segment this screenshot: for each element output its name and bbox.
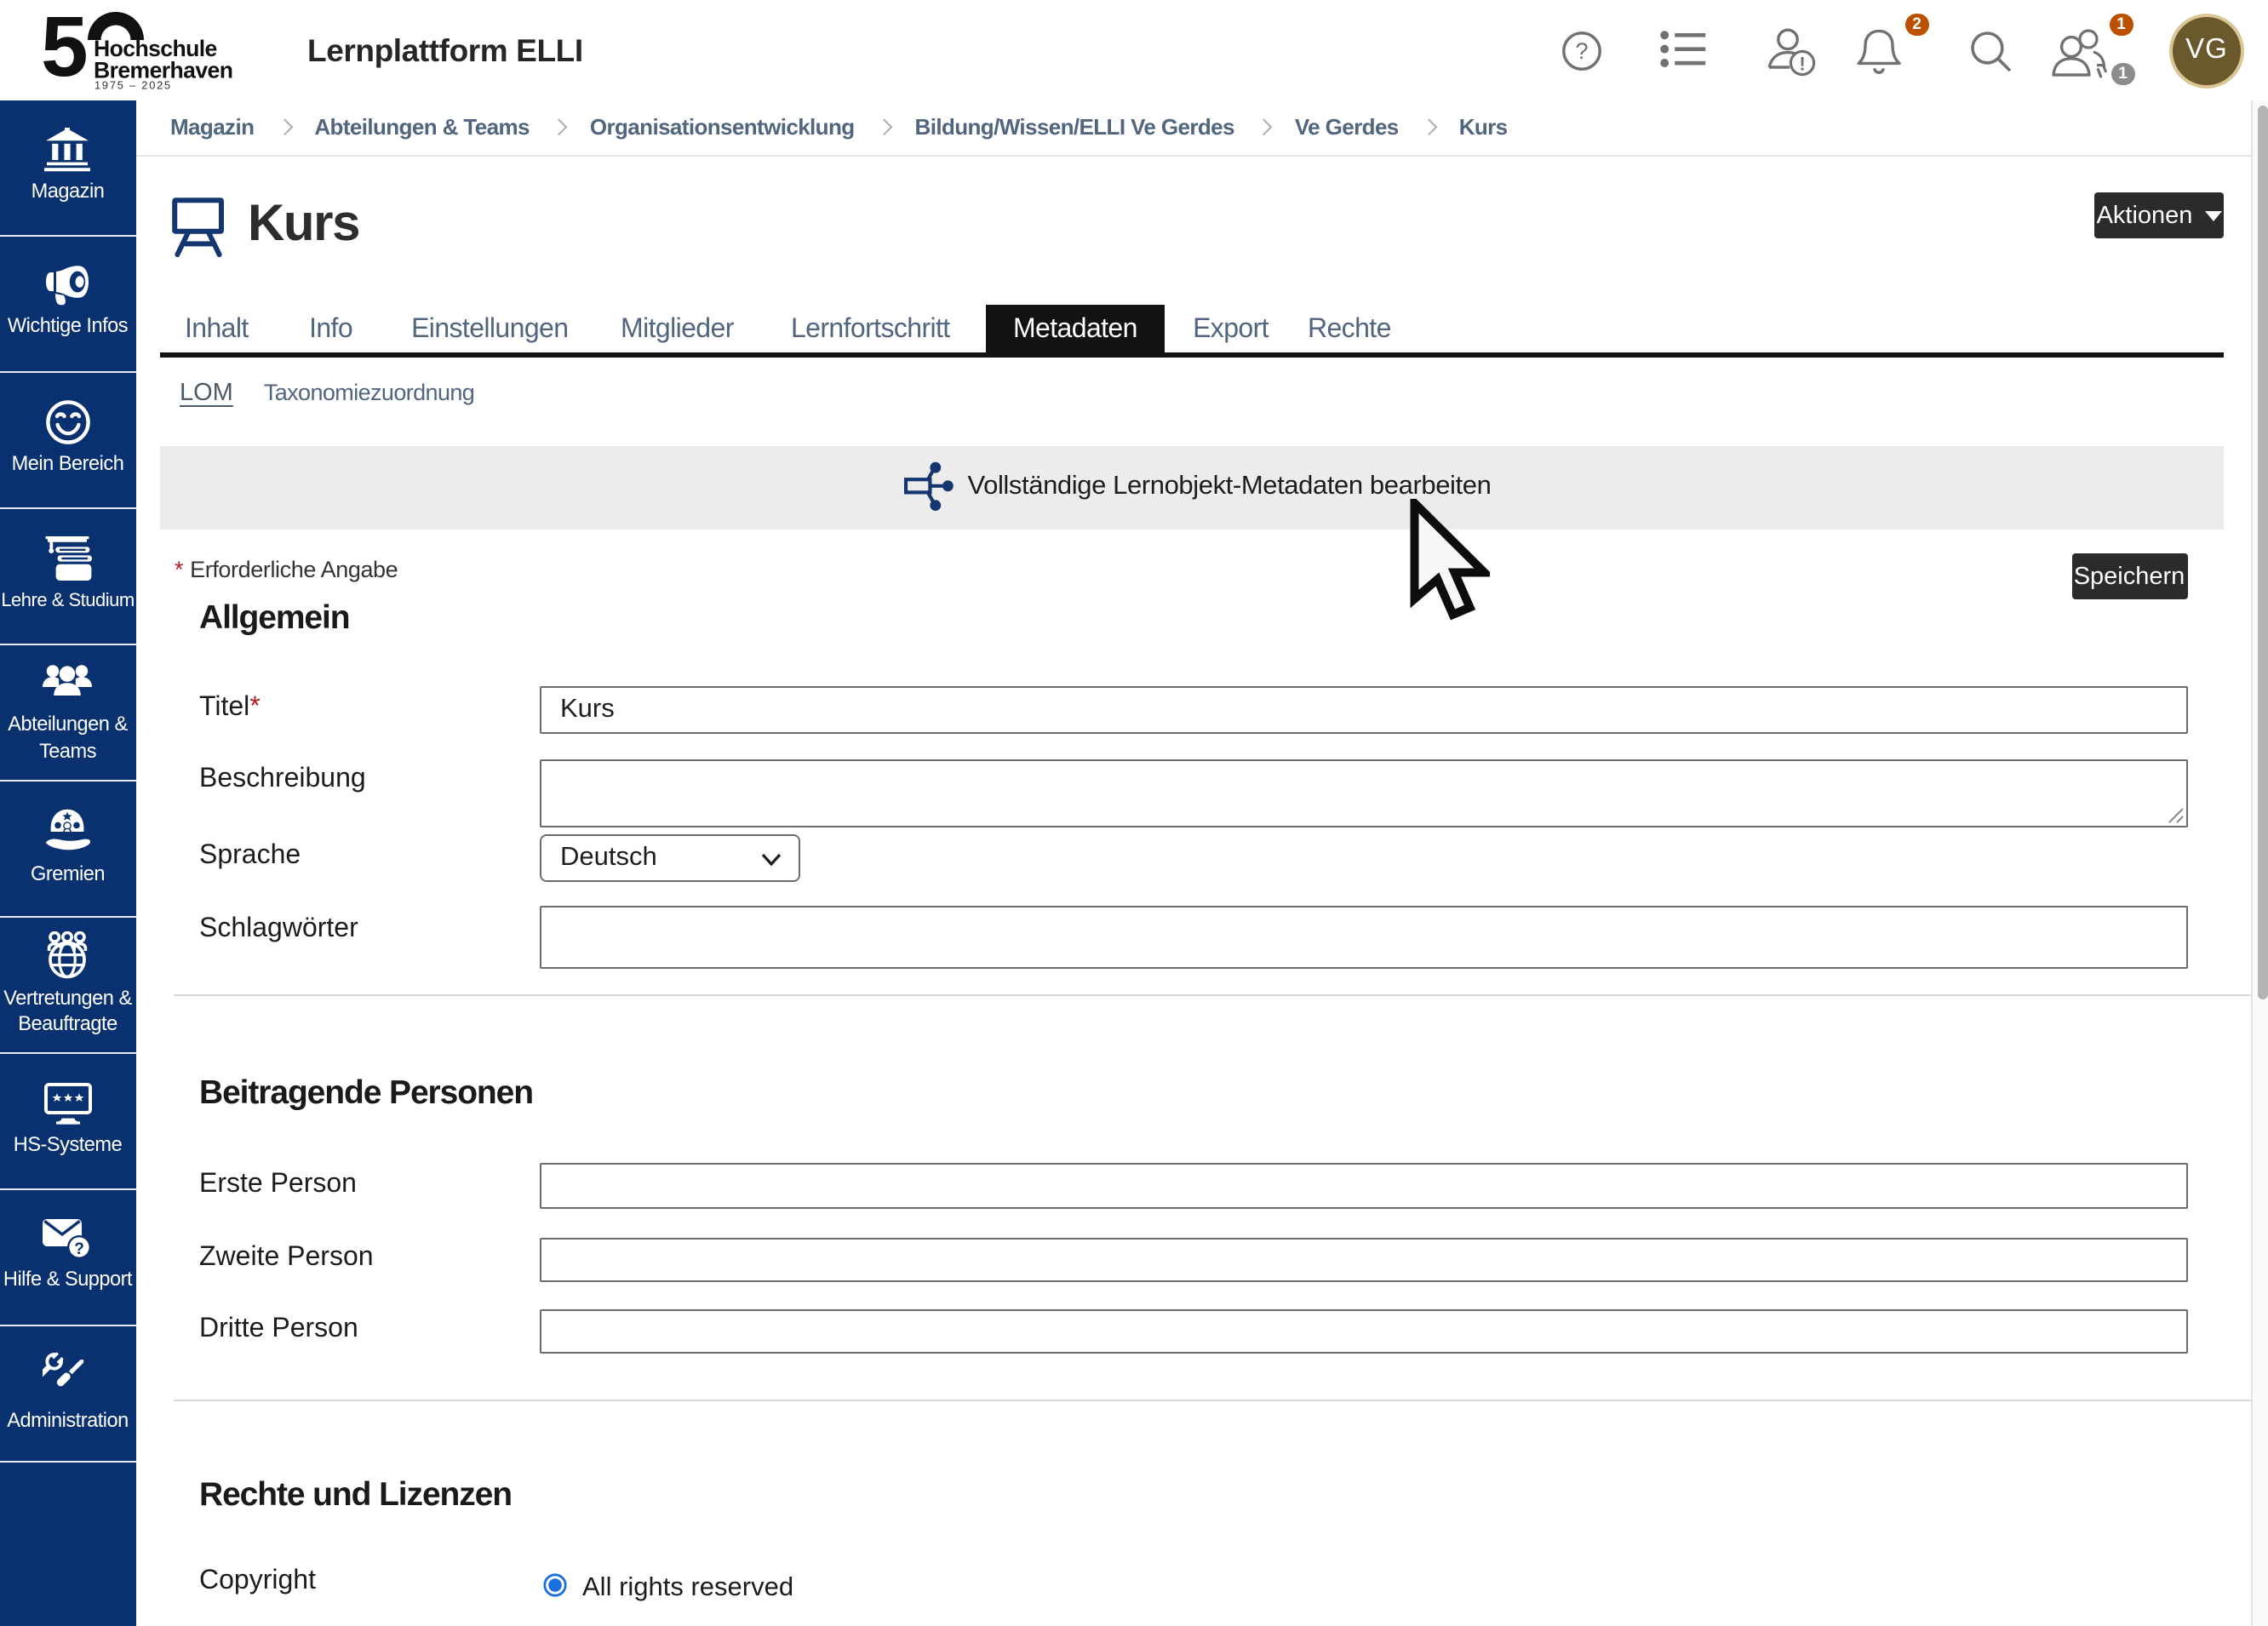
svg-text:?: ? [75, 1240, 85, 1258]
svg-text:5: 5 [40, 0, 88, 94]
svg-text:!: ! [1799, 53, 1805, 74]
svg-text:?: ? [1574, 37, 1587, 63]
svg-text:1975 – 2025: 1975 – 2025 [94, 79, 171, 92]
